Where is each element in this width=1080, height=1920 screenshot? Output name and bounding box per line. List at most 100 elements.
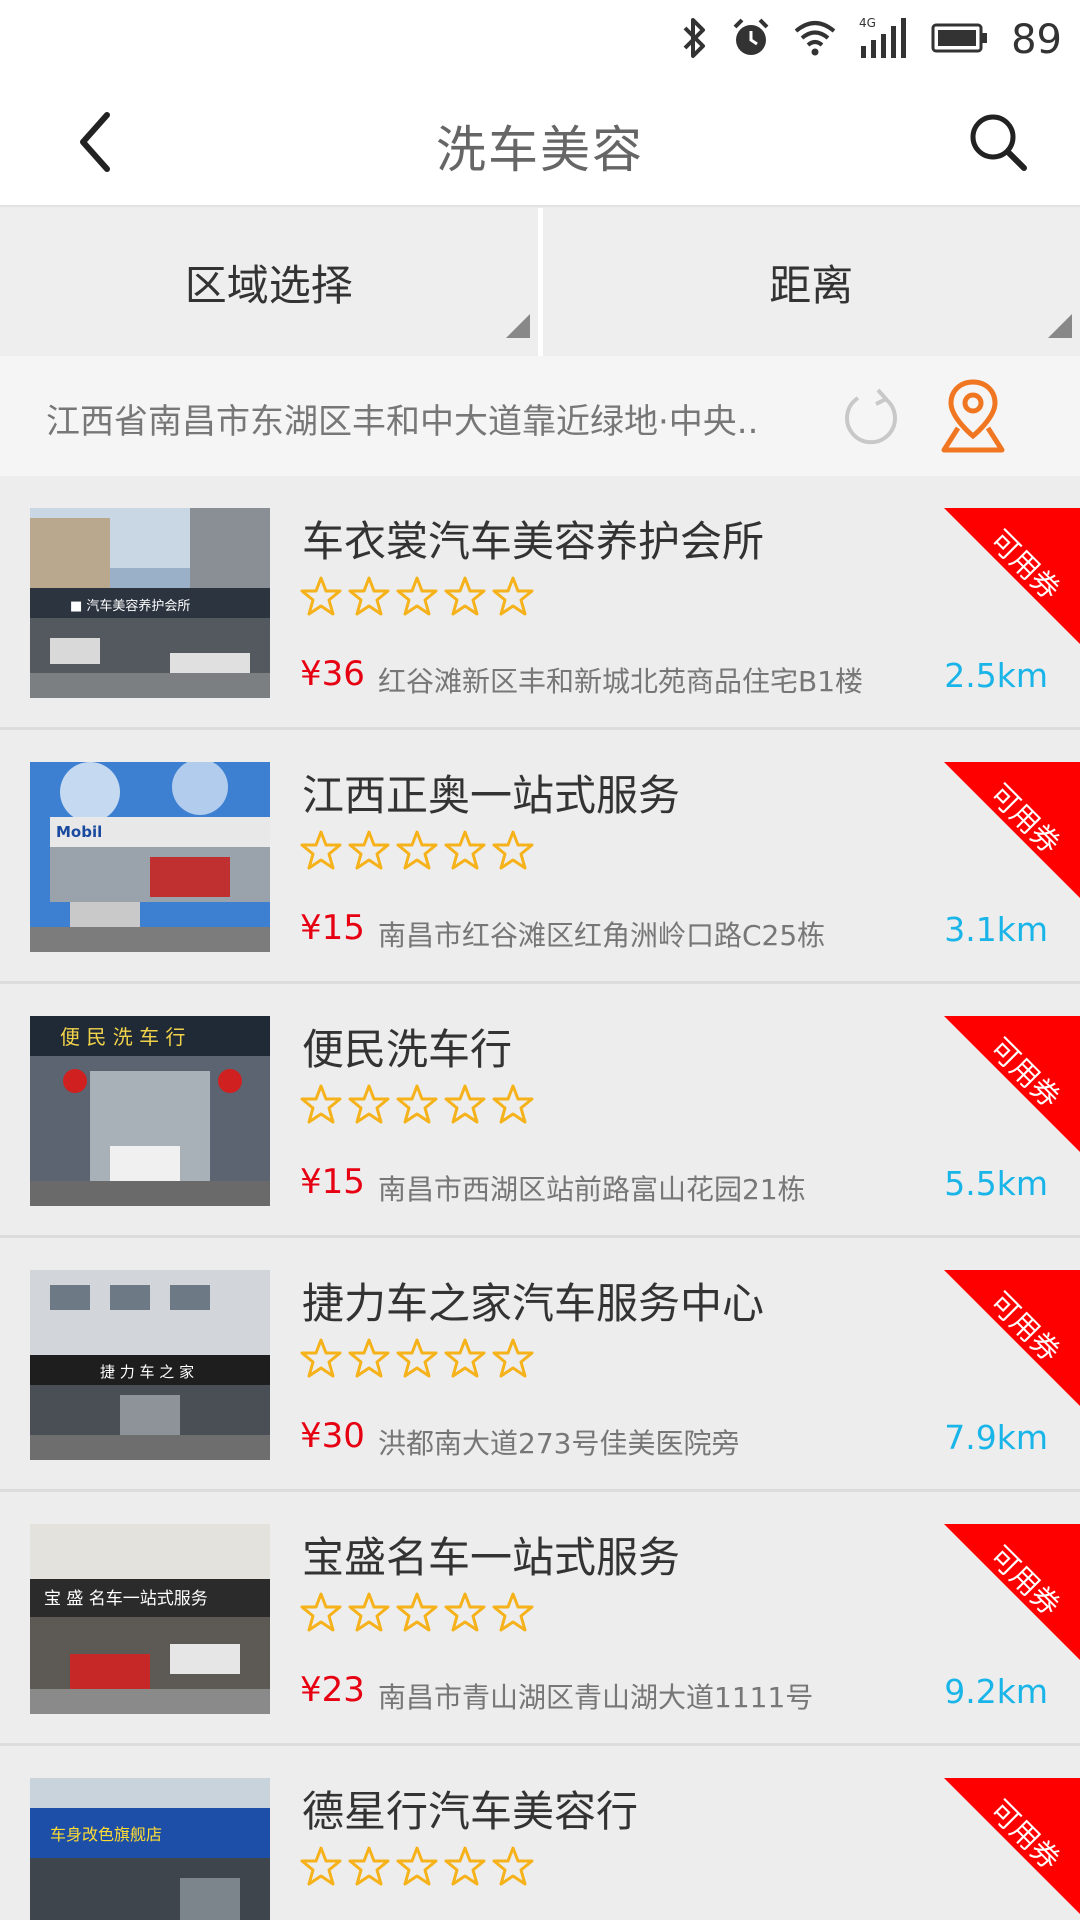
- shop-distance: 2.5km: [944, 656, 1048, 695]
- shop-list-item[interactable]: 车身改色旗舰店 德星行汽车美容行 可用券: [0, 1746, 1080, 1920]
- star-rating: [300, 1084, 534, 1128]
- star-icon: [396, 1846, 438, 1890]
- svg-text:■ 汽车美容养护会所: ■ 汽车美容养护会所: [70, 598, 190, 614]
- filter-bar: 区域选择 距离: [0, 208, 1080, 356]
- star-icon: [444, 1592, 486, 1636]
- shop-price: ¥30: [300, 1416, 365, 1456]
- location-bar: 江西省南昌市东湖区丰和中大道靠近绿地·中央..: [0, 356, 1080, 476]
- shop-list-item[interactable]: 便 民 洗 车 行 便民洗车行 ¥15 南昌市西湖区站前路富山花园21栋 5.5…: [0, 984, 1080, 1238]
- svg-text:捷 力 车 之 家: 捷 力 车 之 家: [100, 1363, 194, 1381]
- shop-distance: 9.2km: [944, 1672, 1048, 1711]
- shop-price: ¥23: [300, 1670, 365, 1710]
- region-filter-label: 区域选择: [184, 260, 353, 310]
- distance-filter[interactable]: 距离: [537, 208, 1080, 356]
- coupon-badge: 可用券: [944, 762, 1080, 898]
- star-icon: [396, 576, 438, 620]
- search-button[interactable]: [956, 102, 1040, 186]
- shop-list-item[interactable]: 捷 力 车 之 家 捷力车之家汽车服务中心 ¥30 洪都南大道273号佳美医院旁…: [0, 1238, 1080, 1492]
- star-icon: [492, 1084, 534, 1128]
- shop-price: ¥36: [300, 654, 365, 694]
- shop-name: 捷力车之家汽车服务中心: [302, 1279, 765, 1328]
- coupon-badge: 可用券: [944, 1016, 1080, 1152]
- coupon-badge: 可用券: [944, 1778, 1080, 1914]
- star-icon: [444, 830, 486, 874]
- star-icon: [492, 576, 534, 620]
- battery-icon: [931, 22, 989, 58]
- shop-photo: 便 民 洗 车 行: [30, 1016, 270, 1206]
- shop-photo: Mobil: [30, 762, 270, 952]
- coupon-badge: 可用券: [944, 1270, 1080, 1406]
- shop-list-item[interactable]: Mobil 江西正奥一站式服务 ¥15 南昌市红谷滩区红角洲岭口路C25栋 3.…: [0, 730, 1080, 984]
- shop-photo: 车身改色旗舰店: [30, 1778, 270, 1920]
- star-icon: [492, 1338, 534, 1382]
- star-icon: [348, 1338, 390, 1382]
- search-icon: [967, 111, 1029, 177]
- shop-address: 洪都南大道273号佳美医院旁: [378, 1427, 740, 1460]
- signal-icon: 4G: [859, 16, 909, 64]
- svg-text:宝 盛 名车一站式服务: 宝 盛 名车一站式服务: [44, 1589, 208, 1609]
- star-icon: [348, 576, 390, 620]
- star-icon: [300, 576, 342, 620]
- network-type-label: 4G: [859, 16, 876, 30]
- map-pin-icon: [938, 379, 1008, 460]
- star-icon: [396, 1592, 438, 1636]
- star-icon: [300, 1592, 342, 1636]
- shop-list-item[interactable]: ■ 汽车美容养护会所 车衣裳汽车美容养护会所 ¥36 红谷滩新区丰和新城北苑商品…: [0, 476, 1080, 730]
- dropdown-corner-icon: [505, 314, 530, 338]
- svg-text:车身改色旗舰店: 车身改色旗舰店: [50, 1825, 162, 1844]
- status-bar: 4G 89: [0, 0, 1080, 80]
- shop-price: ¥15: [300, 1162, 365, 1202]
- shop-name: 车衣裳汽车美容养护会所: [302, 517, 765, 566]
- shop-address: 南昌市红谷滩区红角洲岭口路C25栋: [378, 919, 826, 952]
- star-icon: [396, 1084, 438, 1128]
- star-icon: [444, 1846, 486, 1890]
- star-icon: [348, 830, 390, 874]
- star-icon: [348, 1592, 390, 1636]
- refresh-location-button[interactable]: [838, 384, 904, 450]
- star-rating: [300, 1592, 534, 1636]
- current-address: 江西省南昌市东湖区丰和中大道靠近绿地·中央..: [46, 402, 759, 442]
- locate-button[interactable]: [938, 376, 1008, 456]
- star-icon: [444, 1338, 486, 1382]
- title-bar: 洗车美容: [0, 80, 1080, 207]
- dropdown-corner-icon: [1048, 314, 1072, 338]
- coupon-badge: 可用券: [944, 508, 1080, 644]
- star-icon: [348, 1084, 390, 1128]
- shop-name: 江西正奥一站式服务: [302, 771, 681, 820]
- svg-text:便 民 洗 车 行: 便 民 洗 车 行: [60, 1025, 185, 1049]
- shop-name: 德星行汽车美容行: [302, 1787, 639, 1836]
- star-icon: [300, 1338, 342, 1382]
- star-icon: [300, 830, 342, 874]
- shop-list-item[interactable]: 宝 盛 名车一站式服务 宝盛名车一站式服务 ¥23 南昌市青山湖区青山湖大道11…: [0, 1492, 1080, 1746]
- star-icon: [300, 1846, 342, 1890]
- svg-text:Mobil: Mobil: [56, 823, 102, 841]
- shop-photo: 捷 力 车 之 家: [30, 1270, 270, 1460]
- star-icon: [492, 830, 534, 874]
- star-icon: [444, 576, 486, 620]
- refresh-icon: [838, 388, 904, 454]
- star-rating: [300, 1846, 534, 1890]
- star-icon: [396, 1338, 438, 1382]
- bluetooth-icon: [679, 16, 709, 64]
- shop-name: 便民洗车行: [302, 1025, 513, 1074]
- star-icon: [396, 830, 438, 874]
- star-rating: [300, 830, 534, 874]
- region-filter[interactable]: 区域选择: [0, 208, 538, 356]
- shop-distance: 3.1km: [944, 910, 1048, 949]
- shop-photo: 宝 盛 名车一站式服务: [30, 1524, 270, 1714]
- distance-filter-label: 距离: [769, 260, 854, 310]
- star-rating: [300, 576, 534, 620]
- shop-address: 南昌市青山湖区青山湖大道1111号: [378, 1681, 814, 1714]
- star-rating: [300, 1338, 534, 1382]
- battery-level: 89: [1011, 17, 1062, 63]
- alarm-icon: [731, 17, 771, 63]
- shop-distance: 5.5km: [944, 1164, 1048, 1203]
- shop-price: ¥15: [300, 908, 365, 948]
- shop-photo: ■ 汽车美容养护会所: [30, 508, 270, 698]
- wifi-icon: [793, 19, 837, 61]
- page-title: 洗车美容: [436, 121, 644, 179]
- star-icon: [492, 1592, 534, 1636]
- shop-list: ■ 汽车美容养护会所 车衣裳汽车美容养护会所 ¥36 红谷滩新区丰和新城北苑商品…: [0, 476, 1080, 1920]
- shop-address: 红谷滩新区丰和新城北苑商品住宅B1楼: [378, 665, 864, 698]
- shop-distance: 7.9km: [944, 1418, 1048, 1457]
